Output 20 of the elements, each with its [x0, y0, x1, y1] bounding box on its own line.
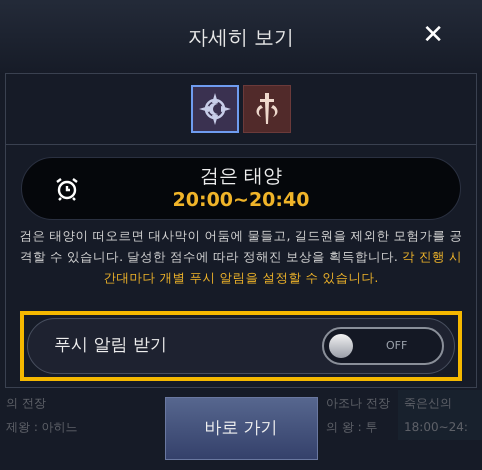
background-title: 아조나 전장	[326, 395, 391, 412]
push-label: 푸시 알림 받기	[54, 334, 167, 358]
alarm-clock-icon	[54, 176, 80, 202]
toggle-state: OFF	[386, 338, 408, 354]
close-button[interactable]: ✕	[422, 22, 444, 48]
event-name: 검은 태양	[200, 164, 282, 188]
dialog-title: 자세히 보기	[188, 24, 294, 50]
background-subtitle: 18:00~24:	[404, 419, 469, 436]
background-subtitle: 의 왕 : 투	[326, 419, 378, 436]
event-description: 검은 태양이 떠오르면 대사막이 어둠에 물들고, 길드원을 제외한 모험가를 공격할 수 있습니다. 달성한 점수에 따라 정해진 보상을 획득합니다. 각 진행 시간대마다 개별 푸시 알림을 설정할 수 있습니다.	[18, 227, 464, 287]
push-toggle[interactable]: OFF	[322, 327, 444, 365]
background-title: 죽은신의	[404, 395, 453, 412]
crescent-compass-icon	[197, 91, 233, 127]
go-button[interactable]: 바로 가기	[164, 397, 318, 460]
background-subtitle: 제왕 : 아히느	[6, 419, 79, 436]
event-time: 20:00~20:40	[172, 188, 310, 212]
toggle-knob	[329, 334, 353, 358]
mode-tab[interactable]	[191, 85, 239, 133]
mode-tab[interactable]	[243, 85, 291, 133]
background-title: 의 전장	[6, 395, 47, 412]
